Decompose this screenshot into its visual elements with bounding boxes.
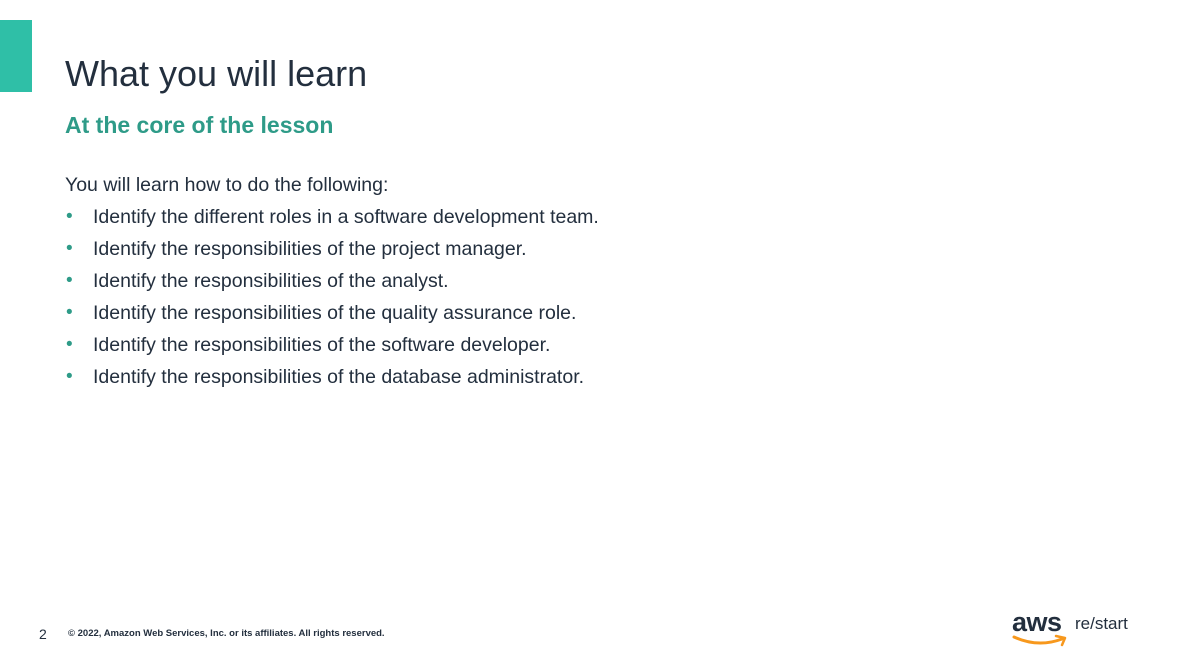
list-item-text: Identify the responsibilities of the qua… <box>93 302 577 324</box>
bullet-icon: • <box>66 302 73 323</box>
slide-content: You will learn how to do the following: … <box>65 169 865 393</box>
bullet-icon: • <box>66 270 73 291</box>
section-subtitle: At the core of the lesson <box>65 112 334 138</box>
bullet-icon: • <box>66 334 73 355</box>
list-item: • Identify the responsibilities of the pr… <box>65 233 865 265</box>
page-number: 2 <box>39 626 47 642</box>
copyright-notice: © 2022, Amazon Web Services, Inc. or its… <box>68 628 385 639</box>
list-item-text: Identify the responsibilities of the sof… <box>93 334 551 356</box>
intro-text: You will learn how to do the following: <box>65 174 389 196</box>
list-item: • Identify the different roles in a softw… <box>65 201 865 233</box>
list-item-text: Identify the responsibilities of the pro… <box>93 238 527 260</box>
aws-restart-logo: aws re/start <box>1012 607 1142 652</box>
list-item-text: Identify the responsibilities of the ana… <box>93 270 449 292</box>
list-item-text: Identify the responsibilities of the dat… <box>93 366 585 388</box>
learning-objectives-list: • Identify the different roles in a softw… <box>65 201 865 393</box>
slide-title: What you will learn <box>65 53 368 95</box>
bullet-icon: • <box>66 366 73 387</box>
bullet-icon: • <box>66 238 73 259</box>
list-item-text: Identify the different roles in a softwa… <box>93 206 599 228</box>
bullet-icon: • <box>66 206 73 227</box>
aws-smile-icon <box>1012 634 1067 647</box>
title-accent-bar <box>0 20 32 92</box>
list-item: • Identify the responsibilities of the an… <box>65 265 865 297</box>
restart-wordmark: re/start <box>1075 614 1128 633</box>
list-item: • Identify the responsibilities of the so… <box>65 329 865 361</box>
list-item: • Identify the responsibilities of the qu… <box>65 297 865 329</box>
list-item: • Identify the responsibilities of the da… <box>65 361 865 393</box>
